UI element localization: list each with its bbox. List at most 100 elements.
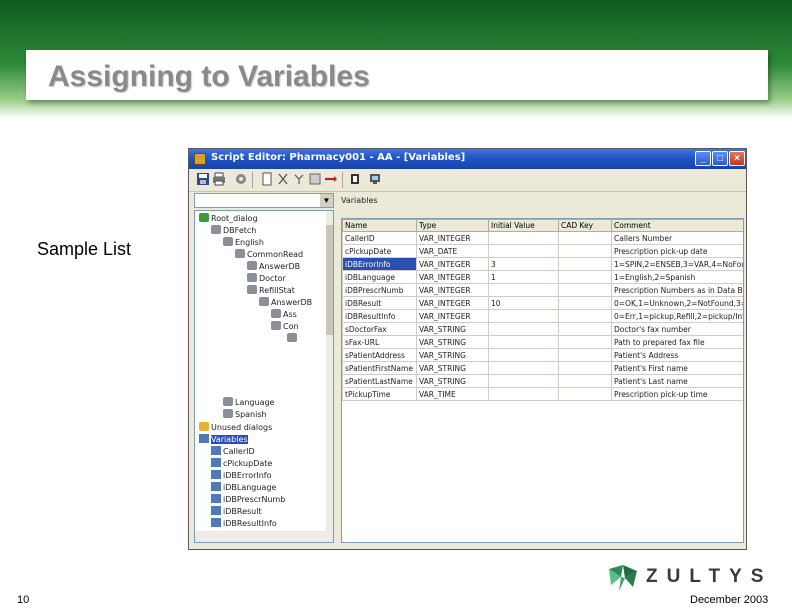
table-row[interactable]: sDoctorFax VAR_STRING Doctor's fax number: [342, 322, 743, 336]
cell-initial-value[interactable]: [488, 283, 559, 297]
cell-comment[interactable]: Prescription Numbers as in Data Base: [611, 283, 743, 297]
cell-initial-value[interactable]: [488, 309, 559, 323]
delete-icon[interactable]: [323, 172, 339, 188]
cell-name[interactable]: CallerID: [342, 231, 417, 245]
table-row[interactable]: tPickupTime VAR_TIME Prescription pick-up …: [342, 387, 743, 401]
cell-cad-key[interactable]: [558, 374, 612, 388]
branch-icon[interactable]: [291, 172, 307, 188]
cell-cad-key[interactable]: [558, 257, 612, 271]
cell-name[interactable]: iDBResult: [342, 296, 417, 310]
cell-comment[interactable]: Prescription pick-up time: [611, 387, 743, 401]
tree-node[interactable]: DBFetch: [211, 225, 256, 237]
cell-comment[interactable]: 0=OK,1=Unknown,2=NotFound,3=Dis: [611, 296, 743, 310]
cell-type[interactable]: VAR_DATE: [416, 244, 489, 258]
cell-cad-key[interactable]: [558, 270, 612, 284]
tree-node[interactable]: English: [223, 237, 264, 249]
cell-cad-key[interactable]: [558, 231, 612, 245]
cell-comment[interactable]: Prescription pick-up date: [611, 244, 743, 258]
cell-comment[interactable]: Patient's First name: [611, 361, 743, 375]
cell-cad-key[interactable]: [558, 361, 612, 375]
cell-type[interactable]: VAR_INTEGER: [416, 296, 489, 310]
tree-node[interactable]: [287, 333, 299, 345]
table-row[interactable]: sPatientAddress VAR_STRING Patient's Addre…: [342, 348, 743, 362]
tree-node[interactable]: AnswerDB: [247, 261, 300, 273]
cell-initial-value[interactable]: [488, 244, 559, 258]
column-header-initial-value[interactable]: Initial Value: [488, 219, 559, 232]
cell-comment[interactable]: Callers Number: [611, 231, 743, 245]
tree-node[interactable]: Doctor: [247, 273, 286, 285]
cell-type[interactable]: VAR_STRING: [416, 335, 489, 349]
cell-type[interactable]: VAR_INTEGER: [416, 309, 489, 323]
cell-type[interactable]: VAR_INTEGER: [416, 283, 489, 297]
cell-comment[interactable]: 1=English,2=Spanish: [611, 270, 743, 284]
cell-comment[interactable]: Path to prepared fax file: [611, 335, 743, 349]
cell-type[interactable]: VAR_STRING: [416, 322, 489, 336]
cell-comment[interactable]: Patient's Address: [611, 348, 743, 362]
cell-initial-value[interactable]: [488, 322, 559, 336]
tree-node[interactable]: iDBLanguage: [211, 482, 276, 494]
cell-type[interactable]: VAR_STRING: [416, 374, 489, 388]
cell-type[interactable]: VAR_INTEGER: [416, 257, 489, 271]
gear-icon[interactable]: [233, 172, 249, 188]
tree-node[interactable]: Root_dialog: [199, 213, 258, 225]
cell-cad-key[interactable]: [558, 283, 612, 297]
print-icon[interactable]: [211, 172, 227, 188]
tree-node[interactable]: cPickupDate: [211, 458, 272, 470]
cell-initial-value[interactable]: 1: [488, 270, 559, 284]
cell-comment[interactable]: 1=SPIN,2=ENSEB,3=VAR,4=NoFound: [611, 257, 743, 271]
scroll-thumb[interactable]: [326, 225, 333, 335]
cell-cad-key[interactable]: [558, 322, 612, 336]
cell-name[interactable]: sPatientLastName: [342, 374, 417, 388]
tree-node[interactable]: Spanish: [223, 409, 267, 421]
table-row[interactable]: iDBResultInfo VAR_INTEGER 0=Err,1=pickup,R…: [342, 309, 743, 323]
column-header-comment[interactable]: Comment: [611, 219, 743, 232]
table-row[interactable]: iDBResult VAR_INTEGER 10 0=OK,1=Unknown,2=N…: [342, 296, 743, 310]
cell-name[interactable]: sDoctorFax: [342, 322, 417, 336]
cell-comment[interactable]: Patient's Last name: [611, 374, 743, 388]
tree-node[interactable]: Unused dialogs: [199, 422, 272, 434]
cell-type[interactable]: VAR_STRING: [416, 361, 489, 375]
cut-icon[interactable]: [275, 172, 291, 188]
cell-initial-value[interactable]: [488, 231, 559, 245]
cell-name[interactable]: sFax-URL: [342, 335, 417, 349]
tree-node[interactable]: RefillStat: [247, 285, 295, 297]
cell-comment[interactable]: Doctor's fax number: [611, 322, 743, 336]
window-titlebar[interactable]: Script Editor: Pharmacy001 - AA - [Varia…: [189, 149, 746, 169]
table-row[interactable]: iDBPrescrNumb VAR_INTEGER Prescription Num…: [342, 283, 743, 297]
cell-name[interactable]: tPickupTime: [342, 387, 417, 401]
cell-cad-key[interactable]: [558, 244, 612, 258]
column-header-type[interactable]: Type: [416, 219, 489, 232]
tree-node[interactable]: Ass: [271, 309, 297, 321]
cell-name[interactable]: sPatientFirstName: [342, 361, 417, 375]
column-header-cad-key[interactable]: CAD Key: [558, 219, 612, 232]
cell-cad-key[interactable]: [558, 296, 612, 310]
cell-initial-value[interactable]: 10: [488, 296, 559, 310]
cell-name[interactable]: iDBResultInfo: [342, 309, 417, 323]
cell-name[interactable]: sPatientAddress: [342, 348, 417, 362]
cell-initial-value[interactable]: [488, 348, 559, 362]
cell-name[interactable]: cPickupDate: [342, 244, 417, 258]
table-row[interactable]: iDBLanguage VAR_INTEGER 1 1=English,2=Spani…: [342, 270, 743, 284]
tree-node[interactable]: iDBPrescrNumb: [211, 494, 285, 506]
cell-name[interactable]: iDBPrescrNumb: [342, 283, 417, 297]
table-row[interactable]: sPatientFirstName VAR_STRING Patient's Fir…: [342, 361, 743, 375]
save-icon[interactable]: [195, 172, 211, 188]
node-icon[interactable]: [307, 172, 323, 188]
chevron-down-icon[interactable]: ▼: [320, 194, 333, 207]
tree-node[interactable]: CallerID: [211, 446, 255, 458]
column-header-name[interactable]: Name: [342, 219, 417, 232]
dialog-combo[interactable]: ▼: [194, 193, 334, 208]
cell-name[interactable]: iDBErrorInfo: [342, 257, 417, 271]
cell-type[interactable]: VAR_TIME: [416, 387, 489, 401]
close-button[interactable]: ×: [729, 151, 745, 166]
dialog-tree[interactable]: iDBResultInfo iDBResult iDBPrescrNumb iDBLa…: [194, 210, 334, 543]
cell-initial-value[interactable]: [488, 374, 559, 388]
cell-type[interactable]: VAR_INTEGER: [416, 270, 489, 284]
cell-cad-key[interactable]: [558, 387, 612, 401]
new-icon[interactable]: [259, 172, 275, 188]
cell-cad-key[interactable]: [558, 335, 612, 349]
tree-node[interactable]: iDBErrorInfo: [211, 470, 272, 482]
table-row[interactable]: CallerID VAR_INTEGER Callers Number: [342, 231, 743, 245]
debug-icon[interactable]: [367, 172, 383, 188]
variables-grid[interactable]: Name Type Initial Value CAD Key Comment …: [341, 218, 744, 543]
